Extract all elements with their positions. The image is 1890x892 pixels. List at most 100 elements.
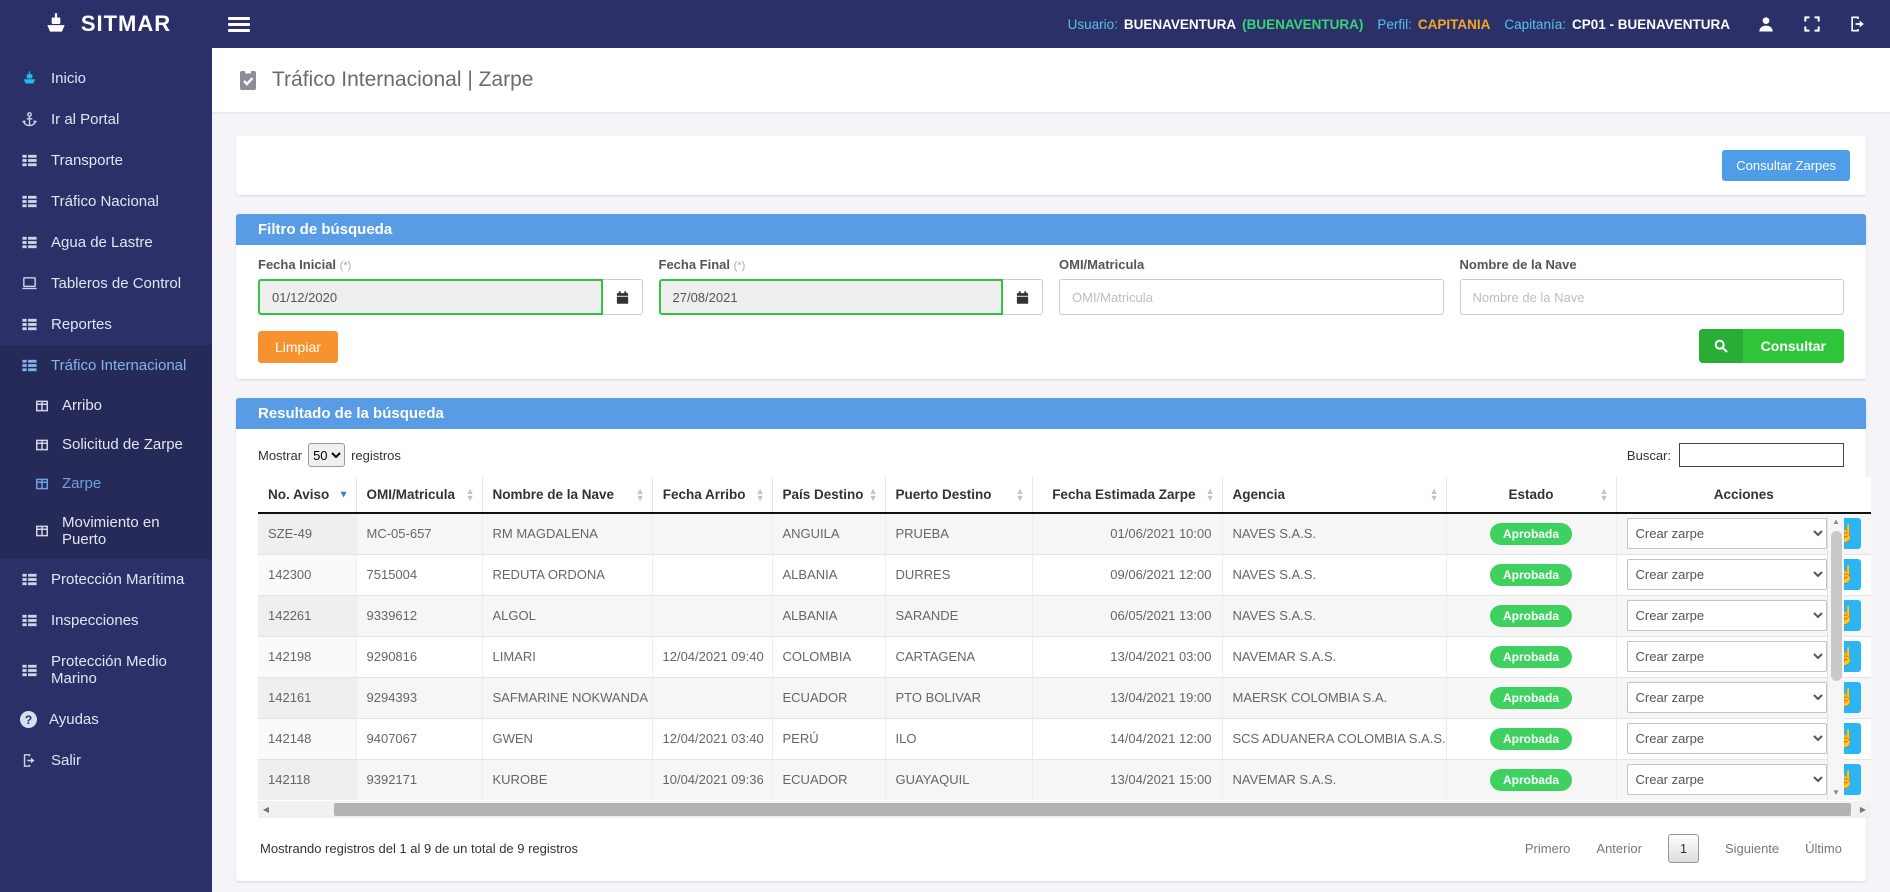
logout-icon — [20, 752, 39, 769]
vertical-scroll-thumb[interactable] — [1830, 531, 1842, 681]
status-badge: Aprobada — [1489, 522, 1572, 545]
pagination-primero[interactable]: Primero — [1525, 841, 1571, 856]
action-select[interactable]: Crear zarpe — [1626, 518, 1827, 550]
filter-card: Filtro de búsqueda Fecha Inicial (*) 01/… — [236, 214, 1866, 379]
app-logo[interactable]: SITMAR — [0, 0, 212, 48]
scroll-right-icon[interactable]: ▶ — [1855, 805, 1871, 814]
pagination: Primero Anterior 1 Siguiente Último — [1525, 834, 1842, 863]
pagination-siguiente[interactable]: Siguiente — [1725, 841, 1779, 856]
cell-omi: 7515004 — [355, 553, 482, 595]
required-mark: (*) — [339, 260, 352, 272]
consultar-button[interactable]: Consultar — [1698, 329, 1844, 363]
sidebar-item-transporte[interactable]: Transporte — [0, 140, 212, 181]
col-header-omi[interactable]: OMI/Matricula ▲ ▼ — [355, 477, 482, 514]
sidebar-item-label: Salir — [51, 752, 82, 769]
fecha-final-calendar-button[interactable] — [1003, 279, 1043, 315]
table-icon — [20, 357, 39, 374]
col-header-pais-destino[interactable]: País Destino ▲ ▼ — [771, 477, 885, 514]
sidebar-item-ir-al-portal[interactable]: Ir al Portal — [0, 99, 212, 140]
sort-icon: ▲ ▼ — [868, 485, 878, 503]
sidebar-item-reportes[interactable]: Reportes — [0, 304, 212, 345]
cell-puerto-destino: PRUEBA — [884, 512, 1032, 554]
sidebar-item-label: Solicitud de Zarpe — [62, 436, 183, 453]
sidebar-toggle-button[interactable] — [228, 14, 250, 35]
fullscreen-icon[interactable] — [1802, 14, 1822, 34]
horizontal-scroll-thumb[interactable] — [334, 803, 1851, 816]
sidebar-subitem-arribo[interactable]: Arribo — [0, 386, 212, 425]
col-header-no-aviso[interactable]: No. Aviso ▼ — [258, 477, 356, 514]
sidebar-item-inicio[interactable]: Inicio — [0, 58, 212, 99]
col-header-nombre-nave[interactable]: Nombre de la Nave ▲ ▼ — [481, 477, 652, 514]
cell-no-aviso: 142148 — [258, 717, 356, 759]
cell-estado: Aprobada — [1445, 676, 1616, 718]
pagination-anterior[interactable]: Anterior — [1596, 841, 1642, 856]
usuario-paren: (BUENAVENTURA) — [1242, 16, 1364, 32]
user-icon[interactable] — [1756, 14, 1776, 34]
sidebar-subitem-movimiento-en-puerto[interactable]: Movimiento en Puerto — [0, 503, 212, 559]
sidebar-item-proteccion-maritima[interactable]: Protección Marítima — [0, 559, 212, 600]
sort-icon: ▲ ▼ — [1205, 485, 1215, 503]
sidebar-subitem-solicitud-de-zarpe[interactable]: Solicitud de Zarpe — [0, 425, 212, 464]
action-select[interactable]: Crear zarpe — [1626, 723, 1827, 754]
results-title: Resultado de la búsqueda — [236, 398, 1866, 429]
sidebar-item-trafico-nacional[interactable]: Tráfico Nacional — [0, 181, 212, 222]
question-icon: ? — [20, 711, 37, 728]
table-icon — [20, 316, 39, 333]
action-select[interactable]: Crear zarpe — [1626, 559, 1827, 590]
action-select[interactable]: Crear zarpe — [1626, 764, 1827, 796]
filter-title: Filtro de búsqueda — [236, 214, 1866, 245]
cell-estado: Aprobada — [1445, 758, 1616, 800]
sidebar-item-tableros-de-control[interactable]: Tableros de Control — [0, 263, 212, 304]
omi-input[interactable] — [1059, 279, 1444, 315]
col-header-puerto-destino[interactable]: Puerto Destino ▲ ▼ — [884, 477, 1032, 514]
table-icon — [20, 193, 39, 210]
cell-puerto-destino: GUAYAQUIL — [884, 758, 1032, 800]
sidebar-item-inspecciones[interactable]: Inspecciones — [0, 600, 212, 641]
cell-estado: Aprobada — [1445, 512, 1616, 554]
cell-nombre-nave: SAFMARINE NOKWANDA — [481, 676, 652, 718]
pagination-page-1[interactable]: 1 — [1667, 834, 1699, 863]
action-select[interactable]: Crear zarpe — [1626, 600, 1827, 631]
sidebar-item-ayudas[interactable]: ? Ayudas — [0, 699, 212, 740]
cell-pais-destino: PERÚ — [771, 717, 885, 759]
sidebar-item-trafico-internacional[interactable]: Tráfico Internacional — [0, 345, 212, 386]
sidebar-item-label: Transporte — [51, 152, 123, 169]
cell-estado: Aprobada — [1445, 717, 1616, 759]
col-header-agencia[interactable]: Agencia ▲ ▼ — [1221, 477, 1446, 514]
app-brand: SITMAR — [80, 11, 172, 36]
sort-icon: ▲ ▼ — [1015, 485, 1025, 503]
status-badge: Aprobada — [1489, 645, 1572, 668]
logout-icon[interactable] — [1848, 14, 1868, 34]
table-row: 142161 9294393 SAFMARINE NOKWANDA ECUADO… — [258, 676, 1871, 718]
cell-no-aviso: 142198 — [258, 635, 356, 677]
sidebar-item-salir[interactable]: Salir — [0, 740, 212, 781]
fecha-inicial-calendar-button[interactable] — [602, 279, 643, 315]
sidebar-item-proteccion-medio-marino[interactable]: Protección Medio Marino — [0, 641, 212, 699]
cell-no-aviso: SZE-49 — [258, 512, 356, 554]
cell-estado: Aprobada — [1445, 553, 1616, 595]
consultar-zarpes-button[interactable]: Consultar Zarpes — [1722, 150, 1850, 181]
scroll-left-icon[interactable]: ◀ — [258, 805, 274, 814]
horizontal-scrollbar[interactable]: ◀ ▶ — [258, 801, 1871, 818]
page-size-select[interactable]: 50 — [308, 443, 346, 467]
col-header-fecha-estimada[interactable]: Fecha Estimada Zarpe ▲ ▼ — [1031, 477, 1222, 514]
sidebar-subitem-zarpe[interactable]: Zarpe — [0, 464, 212, 503]
action-select[interactable]: Crear zarpe — [1626, 682, 1827, 713]
nave-input[interactable] — [1459, 279, 1844, 315]
col-header-estado[interactable]: Estado ▲ ▼ — [1445, 477, 1616, 514]
cell-puerto-destino: CARTAGENA — [884, 635, 1032, 677]
fecha-final-input[interactable] — [658, 279, 1003, 315]
action-select[interactable]: Crear zarpe — [1626, 641, 1827, 672]
table-row: SZE-49 MC-05-657 RM MAGDALENA ANGUILA PR… — [258, 512, 1871, 554]
status-badge: Aprobada — [1489, 563, 1572, 586]
sidebar-item-agua-de-lastre[interactable]: Agua de Lastre — [0, 222, 212, 263]
table-search-input[interactable] — [1679, 443, 1844, 467]
fecha-inicial-input[interactable] — [258, 279, 603, 315]
scroll-down-icon[interactable]: ▼ — [1832, 786, 1840, 800]
pagination-ultimo[interactable]: Último — [1805, 841, 1842, 856]
cell-agencia: NAVES S.A.S. — [1221, 594, 1446, 636]
scroll-up-icon[interactable]: ▲ — [1832, 515, 1840, 529]
col-header-fecha-arribo[interactable]: Fecha Arribo ▲ ▼ — [651, 477, 772, 514]
limpiar-button[interactable]: Limpiar — [258, 331, 338, 363]
vertical-scrollbar[interactable]: ▲ ▼ — [1827, 515, 1844, 800]
